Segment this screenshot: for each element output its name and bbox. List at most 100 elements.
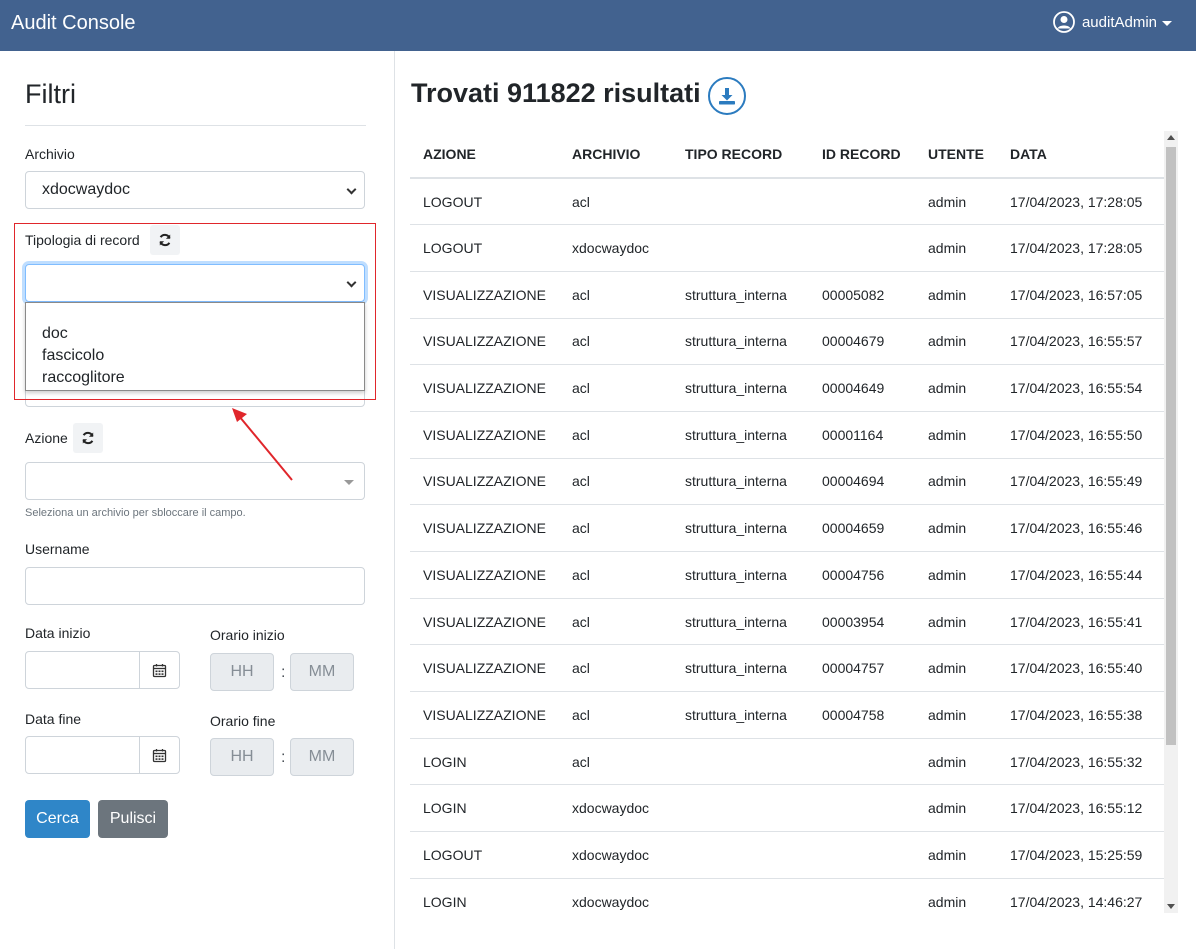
chevron-down-icon [346,184,357,195]
username-input[interactable] [25,567,365,605]
filters-panel: Filtri Archivio xdocwaydoc Tipologia di … [0,51,395,949]
azione-hint: Seleziona un archivio per sbloccare il c… [25,507,246,519]
column-header[interactable]: TIPO RECORD [672,131,809,179]
table-cell: VISUALIZZAZIONE [410,598,559,646]
table-row[interactable]: VISUALIZZAZIONE acl struttura_interna 00005… [410,271,1165,319]
table-cell: admin [915,738,997,786]
table-cell: 17/04/2023, 16:55:40 [997,644,1165,693]
table-cell: VISUALIZZAZIONE [410,644,559,693]
table-row[interactable]: LOGIN xdocwaydoc admin 17/04/2023, 16:55:12 [410,784,1165,833]
table-cell: 17/04/2023, 17:28:05 [997,224,1165,272]
table-row[interactable]: LOGIN acl admin 17/04/2023, 16:55:32 [410,738,1165,786]
results-table: AZIONE ARCHIVIO TIPO RECORD ID RECORD UT… [410,131,1165,913]
table-row[interactable]: VISUALIZZAZIONE acl struttura_interna 00004… [410,504,1165,552]
table-cell: acl [559,504,672,552]
table-row[interactable]: VISUALIZZAZIONE acl struttura_interna 00004… [410,551,1165,599]
table-cell: struttura_interna [672,598,809,646]
vertical-scrollbar[interactable] [1164,131,1178,913]
table-cell: 00004757 [809,644,915,693]
column-header[interactable]: DATA [997,131,1165,179]
orario-inizio-mm[interactable]: MM [290,653,354,691]
table-cell: LOGOUT [410,178,559,226]
table-cell: 00004659 [809,504,915,552]
tipologia-select[interactable] [25,264,365,302]
top-navbar: Audit Console auditAdmin [0,0,1196,51]
table-cell: admin [915,598,997,646]
table-cell: admin [915,411,997,459]
download-button[interactable] [708,77,746,115]
table-row[interactable]: VISUALIZZAZIONE acl struttura_interna 00001… [410,411,1165,459]
table-row[interactable]: LOGOUT xdocwaydoc admin 17/04/2023, 17:28:0… [410,224,1165,272]
chevron-down-icon [346,277,357,288]
table-cell: acl [559,271,672,319]
table-cell: 17/04/2023, 16:55:49 [997,458,1165,506]
data-inizio-input[interactable] [25,651,180,689]
table-cell: VISUALIZZAZIONE [410,504,559,552]
orario-inizio-hh[interactable]: HH [210,653,274,691]
table-cell: 17/04/2023, 16:55:32 [997,738,1165,786]
table-cell: admin [915,224,997,272]
table-cell: struttura_interna [672,644,809,693]
table-cell: admin [915,504,997,552]
column-header[interactable]: UTENTE [915,131,997,179]
table-cell: 17/04/2023, 16:55:54 [997,364,1165,412]
table-cell: 00004758 [809,691,915,739]
table-cell [809,878,915,913]
data-fine-input[interactable] [25,736,180,774]
table-cell [809,784,915,833]
orario-fine-hh[interactable]: HH [210,738,274,776]
table-cell: 00003954 [809,598,915,646]
table-cell: 00004756 [809,551,915,599]
table-cell: 17/04/2023, 16:57:05 [997,271,1165,319]
table-row[interactable]: VISUALIZZAZIONE acl struttura_interna 00004… [410,691,1165,739]
table-row[interactable]: LOGOUT acl admin 17/04/2023, 17:28:05 [410,178,1165,226]
username-label: Username [25,541,90,557]
column-header[interactable]: AZIONE [410,131,559,179]
table-cell: struttura_interna [672,551,809,599]
column-header[interactable]: ARCHIVIO [559,131,672,179]
scroll-up-icon[interactable] [1167,135,1175,140]
data-fine-label: Data fine [25,711,82,727]
table-cell: VISUALIZZAZIONE [410,551,559,599]
scrollbar-thumb[interactable] [1166,147,1176,745]
scroll-down-icon[interactable] [1167,904,1175,909]
table-row[interactable]: VISUALIZZAZIONE acl struttura_interna 00004… [410,364,1165,412]
dropdown-option-fascicolo[interactable]: fascicolo [26,345,364,367]
table-cell: LOGIN [410,784,559,833]
time-separator: : [281,664,286,681]
results-title: Trovati 911822 risultati [411,78,701,108]
divider [25,125,366,126]
dropdown-option-raccoglitore[interactable]: raccoglitore [26,367,364,389]
clear-button[interactable]: Pulisci [98,800,168,838]
table-cell: xdocwaydoc [559,878,672,913]
data-inizio-calendar-button[interactable] [139,652,179,688]
data-fine-calendar-button[interactable] [139,737,179,773]
azione-refresh-button[interactable] [73,423,103,453]
table-cell: admin [915,271,997,319]
table-cell: LOGOUT [410,831,559,879]
table-cell [672,224,809,272]
table-cell: 17/04/2023, 16:55:46 [997,504,1165,552]
table-row[interactable]: VISUALIZZAZIONE acl struttura_interna 00003… [410,598,1165,646]
tipologia-refresh-button[interactable] [150,225,180,255]
column-header[interactable]: ID RECORD [809,131,915,179]
search-button[interactable]: Cerca [25,800,90,838]
app-brand[interactable]: Audit Console [11,12,136,35]
table-cell [672,784,809,833]
table-row[interactable]: LOGOUT xdocwaydoc admin 17/04/2023, 15:25:5… [410,831,1165,879]
table-cell [809,738,915,786]
archivio-label: Archivio [25,146,75,162]
archivio-select[interactable]: xdocwaydoc [25,171,365,209]
table-row[interactable]: VISUALIZZAZIONE acl struttura_interna 00004… [410,458,1165,506]
dropdown-option-doc[interactable]: doc [26,323,364,345]
table-row[interactable]: VISUALIZZAZIONE acl struttura_interna 00004… [410,318,1165,366]
user-menu[interactable]: auditAdmin [1053,11,1172,33]
orario-fine-mm[interactable]: MM [290,738,354,776]
azione-select[interactable] [25,462,365,500]
table-cell: acl [559,598,672,646]
table-row[interactable]: LOGIN xdocwaydoc admin 17/04/2023, 14:46:27 [410,878,1165,913]
table-cell [809,178,915,226]
table-row[interactable]: VISUALIZZAZIONE acl struttura_interna 00004… [410,644,1165,693]
table-cell: admin [915,691,997,739]
archivio-value: xdocwaydoc [42,181,131,198]
